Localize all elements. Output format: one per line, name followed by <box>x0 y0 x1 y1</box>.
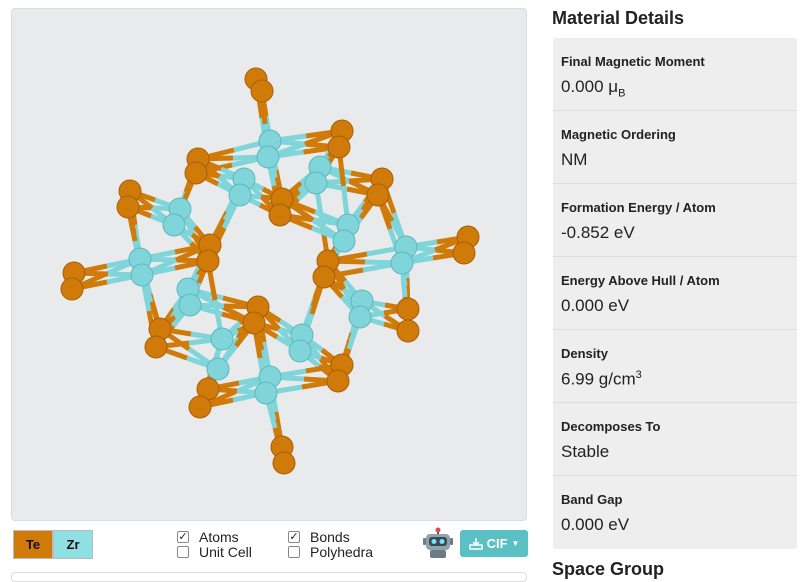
unit-cell-check-box[interactable] <box>177 546 189 558</box>
download-cif-button[interactable]: CIF ▼ <box>460 530 528 557</box>
polyhedra-check-box[interactable] <box>288 546 300 558</box>
formation-energy-value: -0.852 eV <box>561 223 635 242</box>
download-cif-label: CIF <box>486 536 508 551</box>
zr-atom <box>348 305 372 329</box>
detail-row-energy-above-hull: Energy Above Hull / Atom 0.000 eV <box>553 257 797 330</box>
element-te-label: Te <box>25 537 41 552</box>
zr-atom <box>254 381 278 405</box>
magnetic-moment-value: 0.000 μB <box>561 77 789 99</box>
te-atom <box>60 277 84 301</box>
energy-above-hull-value: 0.000 eV <box>561 296 630 315</box>
download-icon <box>468 537 483 550</box>
magnetic-moment-number: 0.000 <box>561 77 604 96</box>
te-atom <box>396 319 420 343</box>
polyhedra-label: Polyhedra <box>310 544 374 560</box>
zr-atom <box>228 183 252 207</box>
atoms-check-box[interactable]: ✓ <box>177 531 189 543</box>
te-atom <box>327 135 351 159</box>
te-atom <box>272 451 296 475</box>
zr-atom <box>130 263 154 287</box>
atoms-checkbox[interactable]: ✓ Atoms <box>177 529 239 545</box>
energy-above-hull-label: Energy Above Hull / Atom <box>561 273 720 288</box>
atoms-label: Atoms <box>199 529 239 545</box>
zr-atom <box>304 171 328 195</box>
robot-icon[interactable] <box>421 527 455 559</box>
magnetic-ordering-value: NM <box>561 150 588 169</box>
decomposes-label: Decomposes To <box>561 419 661 434</box>
detail-row-magnetic-ordering: Magnetic Ordering NM <box>553 111 797 184</box>
zr-atom <box>332 229 356 253</box>
te-atom <box>196 249 220 273</box>
magnetic-moment-unit-sub: B <box>618 87 626 100</box>
lower-panel-edge <box>11 572 527 582</box>
detail-row-density: Density 6.99 g/cm3 <box>553 330 797 403</box>
zr-atom <box>390 251 414 275</box>
te-atom <box>326 369 350 393</box>
density-unit-sup: 3 <box>635 369 642 381</box>
unit-cell-checkbox[interactable]: Unit Cell <box>177 544 252 560</box>
te-atom <box>250 79 274 103</box>
bonds-check-box[interactable]: ✓ <box>288 531 300 543</box>
polyhedra-checkbox[interactable]: Polyhedra <box>288 544 373 560</box>
te-atom <box>242 311 266 335</box>
te-atom <box>396 297 420 321</box>
band-gap-label: Band Gap <box>561 492 623 507</box>
detail-row-formation-energy: Formation Energy / Atom -0.852 eV <box>553 184 797 257</box>
unit-cell-label: Unit Cell <box>199 544 252 560</box>
zr-atom <box>256 145 280 169</box>
formation-energy-label: Formation Energy / Atom <box>561 200 716 215</box>
density-label: Density <box>561 346 608 361</box>
te-atom <box>184 161 208 185</box>
te-atom <box>366 183 390 207</box>
bonds-checkbox[interactable]: ✓ Bonds <box>288 529 350 545</box>
crystal-structure-render[interactable] <box>12 9 527 521</box>
te-atom <box>144 335 168 359</box>
detail-row-decomposes-to: Decomposes To Stable <box>553 403 797 476</box>
element-zr-label: Zr <box>66 537 80 552</box>
material-details-title: Material Details <box>552 8 685 28</box>
te-atom <box>188 395 212 419</box>
te-atom <box>452 241 476 265</box>
te-atom <box>268 203 292 227</box>
space-group-title: Space Group <box>552 559 665 579</box>
zr-atom <box>206 357 230 381</box>
element-te-button[interactable]: Te <box>13 530 53 559</box>
te-atom <box>116 195 140 219</box>
te-atom <box>312 265 336 289</box>
detail-row-band-gap: Band Gap 0.000 eV <box>553 476 797 549</box>
viewer-controls: Te Zr ✓ Atoms Unit Cell ✓ Bonds Polyhedr… <box>11 524 528 564</box>
magnetic-moment-unit: μ <box>608 77 619 96</box>
magnetic-ordering-label: Magnetic Ordering <box>561 127 676 142</box>
chevron-down-icon: ▼ <box>511 539 520 548</box>
structure-viewer[interactable] <box>11 8 527 521</box>
density-number: 6.99 g/cm <box>561 369 636 389</box>
band-gap-value: 0.000 eV <box>561 515 630 534</box>
element-zr-button[interactable]: Zr <box>53 530 93 559</box>
material-details-panel: Final Magnetic Moment 0.000 μB Magnetic … <box>553 38 797 549</box>
magnetic-moment-label: Final Magnetic Moment <box>561 54 705 69</box>
zr-atom <box>288 339 312 363</box>
zr-atom <box>178 293 202 317</box>
decomposes-value: Stable <box>561 442 610 461</box>
density-value: 6.99 g/cm3 <box>561 369 789 390</box>
zr-atom <box>162 213 186 237</box>
detail-row-magnetic-moment: Final Magnetic Moment 0.000 μB <box>553 38 797 111</box>
bonds-label: Bonds <box>310 529 350 545</box>
zr-atom <box>210 327 234 351</box>
